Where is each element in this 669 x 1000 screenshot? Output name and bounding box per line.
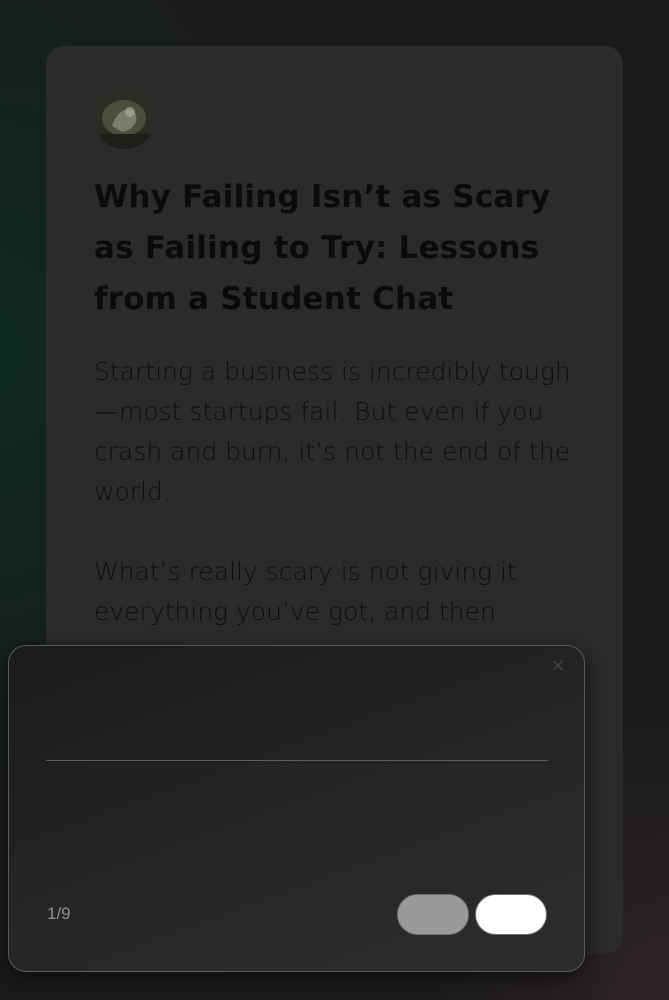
avatar-image [94, 88, 155, 149]
onboarding-tour-popup: × 1/9 [8, 645, 585, 972]
popup-divider [46, 760, 548, 761]
next-button[interactable] [475, 894, 547, 935]
article-title: Why Failing Isn’t as Scary as Failing to… [94, 179, 551, 317]
article-paragraph: Starting a business is incredibly tough—… [94, 357, 571, 506]
previous-button[interactable] [397, 894, 469, 935]
author-avatar[interactable] [94, 88, 155, 149]
article-paragraph: What’s really scary is not giving it eve… [94, 557, 517, 626]
step-counter: 1/9 [47, 904, 71, 923]
article-body: Starting a business is incredibly tough—… [94, 352, 580, 672]
close-icon[interactable]: × [550, 657, 566, 675]
